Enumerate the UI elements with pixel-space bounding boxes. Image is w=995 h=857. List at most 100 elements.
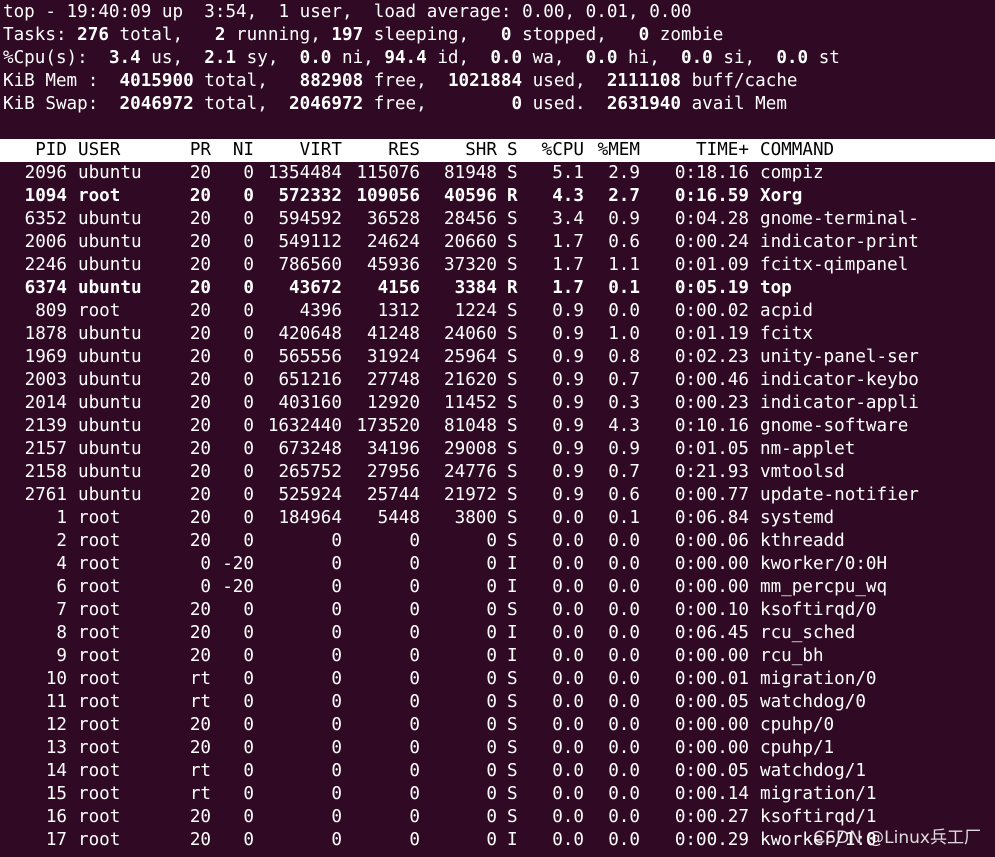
cell-time: 0:21.93: [674, 462, 749, 482]
process-row[interactable]: 2006 ubuntu 20 0 549112 24624 20660 S 1.7 0.6 0:00…: [0, 231, 995, 254]
cell-mem: 1.0: [608, 324, 640, 344]
col-header-mem[interactable]: %MEM: [584, 139, 640, 162]
cell-user: ubuntu: [78, 370, 142, 390]
cell-cpu: 0.0: [552, 577, 584, 597]
cell-time: 0:05.19: [674, 278, 749, 298]
cell-cpu: 0.0: [552, 554, 584, 574]
cell-state: I: [507, 577, 518, 597]
cell-pr: 0: [200, 577, 211, 597]
cell-virt: 565556: [278, 347, 342, 367]
col-header-res[interactable]: RES: [342, 139, 420, 162]
process-row[interactable]: 13 root 20 0 0 0 0 S 0.0 0.0 0:00.00 cpuhp/1: [0, 737, 995, 760]
cell-state: S: [507, 508, 518, 528]
cell-cpu: 1.7: [552, 278, 584, 298]
col-header-virt[interactable]: VIRT: [254, 139, 342, 162]
process-table-header[interactable]: PID USER PR NI VIRT RES SHR S %CPU %MEM …: [0, 139, 995, 162]
cell-virt: 420648: [278, 324, 342, 344]
col-header-state[interactable]: S: [507, 139, 518, 162]
process-row[interactable]: 9 root 20 0 0 0 0 I 0.0 0.0 0:00.00 rcu_bh: [0, 645, 995, 668]
process-row[interactable]: 15 root rt 0 0 0 0 S 0.0 0.0 0:00.14 migration/1: [0, 783, 995, 806]
cell-shr: 29008: [444, 439, 497, 459]
cell-cpu: 0.0: [552, 669, 584, 689]
cell-time: 0:18.16: [674, 163, 749, 183]
cell-pr: 20: [189, 531, 211, 551]
summary-mem-line: KiB Mem : 4015900 total, 882908 free, 10…: [3, 71, 798, 91]
process-row[interactable]: 809 root 20 0 4396 1312 1224 S 0.9 0.0 0:00.02 acpi…: [0, 300, 995, 323]
process-row[interactable]: 1 root 20 0 184964 5448 3800 S 0.0 0.1 0:06.84 syst…: [0, 507, 995, 530]
cell-command: rcu_sched: [760, 623, 856, 643]
cell-time: 0:00.00: [674, 646, 749, 666]
mem-used: 1021884: [447, 71, 523, 91]
cell-shr: 81048: [444, 416, 497, 436]
process-row[interactable]: 2003 ubuntu 20 0 651216 27748 21620 S 0.9 0.7 0:00…: [0, 369, 995, 392]
cell-pr: 20: [189, 715, 211, 735]
cell-command: indicator-appli: [760, 393, 919, 413]
process-row[interactable]: 2139 ubuntu 20 0 1632440 173520 81048 S 0.9 4.3 0:…: [0, 415, 995, 438]
cell-cpu: 0.9: [552, 439, 584, 459]
cell-command: rcu_bh: [760, 646, 824, 666]
cell-mem: 0.7: [608, 462, 640, 482]
process-row[interactable]: 4 root 0 -20 0 0 0 I 0.0 0.0 0:00.00 kworker/0:0H: [0, 553, 995, 576]
cell-time: 0:00.00: [674, 577, 749, 597]
process-row[interactable]: 6352 ubuntu 20 0 594592 36528 28456 S 3.4 0.9 0:04…: [0, 208, 995, 231]
process-row[interactable]: 2246 ubuntu 20 0 786560 45936 37320 S 1.7 1.1 0:01…: [0, 254, 995, 277]
process-row[interactable]: 14 root rt 0 0 0 0 S 0.0 0.0 0:00.05 watchdog/1: [0, 760, 995, 783]
col-header-ni[interactable]: NI: [211, 139, 254, 162]
cell-time: 0:00.00: [674, 738, 749, 758]
col-header-time[interactable]: TIME+: [640, 139, 749, 162]
col-header-pid[interactable]: PID: [0, 139, 67, 162]
process-row[interactable]: 1878 ubuntu 20 0 420648 41248 24060 S 0.9 1.0 0:01…: [0, 323, 995, 346]
cell-res: 24624: [367, 232, 420, 252]
cell-virt: 265752: [278, 462, 342, 482]
swap-used: 0: [511, 94, 523, 114]
process-row[interactable]: 8 root 20 0 0 0 0 I 0.0 0.0 0:06.45 rcu_sched: [0, 622, 995, 645]
cell-virt: 4396: [299, 301, 342, 321]
process-row[interactable]: 2 root 20 0 0 0 0 S 0.0 0.0 0:00.06 kthreadd: [0, 530, 995, 553]
cell-mem: 0.6: [608, 232, 640, 252]
cell-command: fcitx-qimpanel: [760, 255, 909, 275]
cell-shr: 1224: [454, 301, 497, 321]
process-row[interactable]: 1094 root 20 0 572332 109056 40596 R 4.3 2.7 0:16.…: [0, 185, 995, 208]
col-header-user[interactable]: USER: [78, 139, 120, 162]
cell-state: S: [507, 669, 518, 689]
cell-cpu: 5.1: [552, 163, 584, 183]
cell-time: 0:02.23: [674, 347, 749, 367]
cell-pr: rt: [189, 761, 211, 781]
cell-mem: 0.1: [608, 278, 640, 298]
cell-mem: 0.0: [608, 738, 640, 758]
process-row[interactable]: 6 root 0 -20 0 0 0 I 0.0 0.0 0:00.00 mm_percpu_wq: [0, 576, 995, 599]
cell-cpu: 0.0: [552, 715, 584, 735]
process-row[interactable]: 12 root 20 0 0 0 0 S 0.0 0.0 0:00.00 cpuhp/0: [0, 714, 995, 737]
cell-command: fcitx: [760, 324, 813, 344]
cell-shr: 28456: [444, 209, 497, 229]
process-row[interactable]: 2158 ubuntu 20 0 265752 27956 24776 S 0.9 0.7 0:21…: [0, 461, 995, 484]
cell-user: root: [78, 646, 121, 666]
cell-state: S: [507, 439, 518, 459]
cell-pr: 20: [189, 370, 211, 390]
process-row[interactable]: 10 root rt 0 0 0 0 S 0.0 0.0 0:00.01 migration/0: [0, 668, 995, 691]
col-header-command[interactable]: COMMAND: [760, 139, 834, 162]
uptime-value: 3:54: [204, 2, 247, 22]
cell-user: root: [78, 715, 121, 735]
cell-virt: 0: [331, 830, 342, 850]
cell-user: ubuntu: [78, 485, 142, 505]
process-row[interactable]: 6374 ubuntu 20 0 43672 4156 3384 R 1.7 0.1 0:05.19…: [0, 277, 995, 300]
process-row[interactable]: 1969 ubuntu 20 0 565556 31924 25964 S 0.9 0.8 0:02…: [0, 346, 995, 369]
process-row[interactable]: 2761 ubuntu 20 0 525924 25744 21972 S 0.9 0.6 0:00…: [0, 484, 995, 507]
cell-mem: 0.0: [608, 600, 640, 620]
col-header-cpu[interactable]: %CPU: [520, 139, 584, 162]
cell-ni: 0: [243, 623, 254, 643]
col-header-pr[interactable]: PR: [170, 139, 211, 162]
process-row[interactable]: 2096 ubuntu 20 0 1354484 115076 81948 S 5.1 2.9 0:…: [0, 162, 995, 185]
cell-command: kthreadd: [760, 531, 845, 551]
cell-pid: 1: [56, 508, 67, 528]
col-header-shr[interactable]: SHR: [420, 139, 497, 162]
cpu-wa: 0.0: [490, 48, 523, 68]
process-row[interactable]: 7 root 20 0 0 0 0 S 0.0 0.0 0:00.10 ksoftirqd/0: [0, 599, 995, 622]
process-row[interactable]: 2157 ubuntu 20 0 673248 34196 29008 S 0.9 0.9 0:01…: [0, 438, 995, 461]
cell-user: root: [78, 508, 121, 528]
cell-cpu: 0.0: [552, 761, 584, 781]
process-row[interactable]: 11 root rt 0 0 0 0 S 0.0 0.0 0:00.05 watchdog/0: [0, 691, 995, 714]
process-row[interactable]: 2014 ubuntu 20 0 403160 12920 11452 S 0.9 0.3 0:00…: [0, 392, 995, 415]
cell-cpu: 1.7: [552, 255, 584, 275]
